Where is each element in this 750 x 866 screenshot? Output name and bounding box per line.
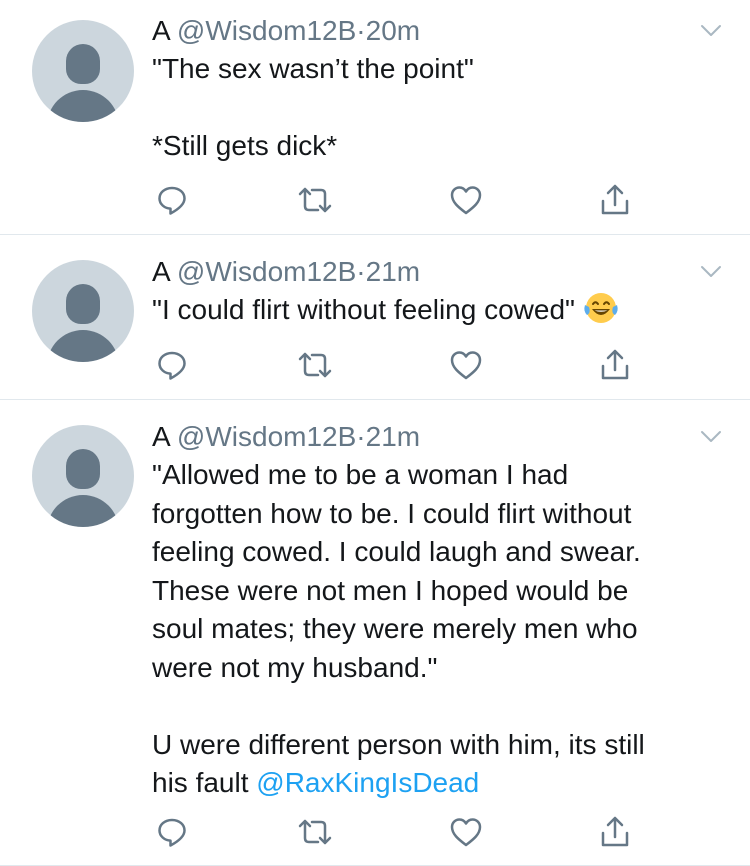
tweet-time[interactable]: 20m (366, 15, 420, 46)
like-button[interactable] (446, 180, 486, 220)
laughing-emoji-icon (584, 293, 618, 323)
separator-dot: · (356, 256, 366, 287)
tweet-text: "The sex wasn’t the point" *Still gets d… (152, 53, 474, 161)
retweet-button[interactable] (295, 345, 335, 385)
author-handle[interactable]: @Wisdom12B (177, 421, 356, 452)
tweet-text-row: "I could flirt without feeling cowed" (152, 291, 720, 330)
tweet-text-row: "Allowed me to be a woman I had forgotte… (152, 456, 720, 803)
reply-button[interactable] (152, 180, 192, 220)
tweet-header: A @Wisdom12B·21m (152, 420, 720, 454)
tweet-time[interactable]: 21m (366, 421, 420, 452)
reply-icon (158, 351, 186, 380)
like-button[interactable] (446, 345, 486, 385)
retweet-button[interactable] (295, 180, 335, 220)
author-name[interactable]: A (152, 15, 169, 46)
share-button[interactable] (595, 180, 635, 220)
tweet-text: "I could flirt without feeling cowed" (152, 294, 575, 325)
avatar[interactable] (32, 425, 134, 527)
avatar-head-shape (66, 44, 100, 84)
tweet-header: A @Wisdom12B·21m (152, 255, 720, 289)
tweet[interactable]: A @Wisdom12B·20m "The sex wasn’t the poi… (0, 0, 750, 235)
chevron-down-icon[interactable] (700, 24, 722, 38)
tweet[interactable]: A @Wisdom12B·21m "I could flirt without … (0, 235, 750, 400)
avatar-head-shape (66, 284, 100, 324)
author-handle[interactable]: @Wisdom12B (177, 256, 356, 287)
separator-dot: · (356, 421, 366, 452)
avatar[interactable] (32, 20, 134, 122)
reply-button[interactable] (152, 812, 192, 852)
like-icon (450, 351, 482, 380)
share-icon (601, 184, 629, 215)
tweet-time[interactable]: 21m (366, 256, 420, 287)
tweet[interactable]: A @Wisdom12B·21m "Allowed me to be a wom… (0, 400, 750, 866)
avatar-head-shape (66, 449, 100, 489)
share-icon (601, 349, 629, 380)
reply-icon (158, 186, 186, 215)
avatar-shoulders-shape (47, 330, 119, 362)
tweet-text: "Allowed me to be a woman I had forgotte… (152, 459, 645, 798)
share-button[interactable] (595, 345, 635, 385)
avatar[interactable] (32, 260, 134, 362)
retweet-icon (298, 819, 332, 845)
share-icon (601, 816, 629, 847)
retweet-icon (298, 352, 332, 378)
chevron-down-icon[interactable] (700, 430, 722, 444)
author-name[interactable]: A (152, 421, 169, 452)
like-button[interactable] (446, 812, 486, 852)
avatar-shoulders-shape (47, 495, 119, 527)
author-name[interactable]: A (152, 256, 169, 287)
reply-icon (158, 818, 186, 847)
reply-button[interactable] (152, 345, 192, 385)
tweet-actions (152, 345, 652, 385)
chevron-down-icon[interactable] (700, 265, 722, 279)
like-icon (450, 186, 482, 215)
retweet-icon (298, 187, 332, 213)
avatar-shoulders-shape (47, 90, 119, 122)
tweet-actions (152, 812, 652, 852)
retweet-button[interactable] (295, 812, 335, 852)
like-icon (450, 818, 482, 847)
mention-link[interactable]: @RaxKingIsDead (256, 767, 479, 798)
author-handle[interactable]: @Wisdom12B (177, 15, 356, 46)
tweet-actions (152, 180, 652, 220)
tweet-header: A @Wisdom12B·20m (152, 14, 720, 48)
separator-dot: · (356, 15, 366, 46)
share-button[interactable] (595, 812, 635, 852)
